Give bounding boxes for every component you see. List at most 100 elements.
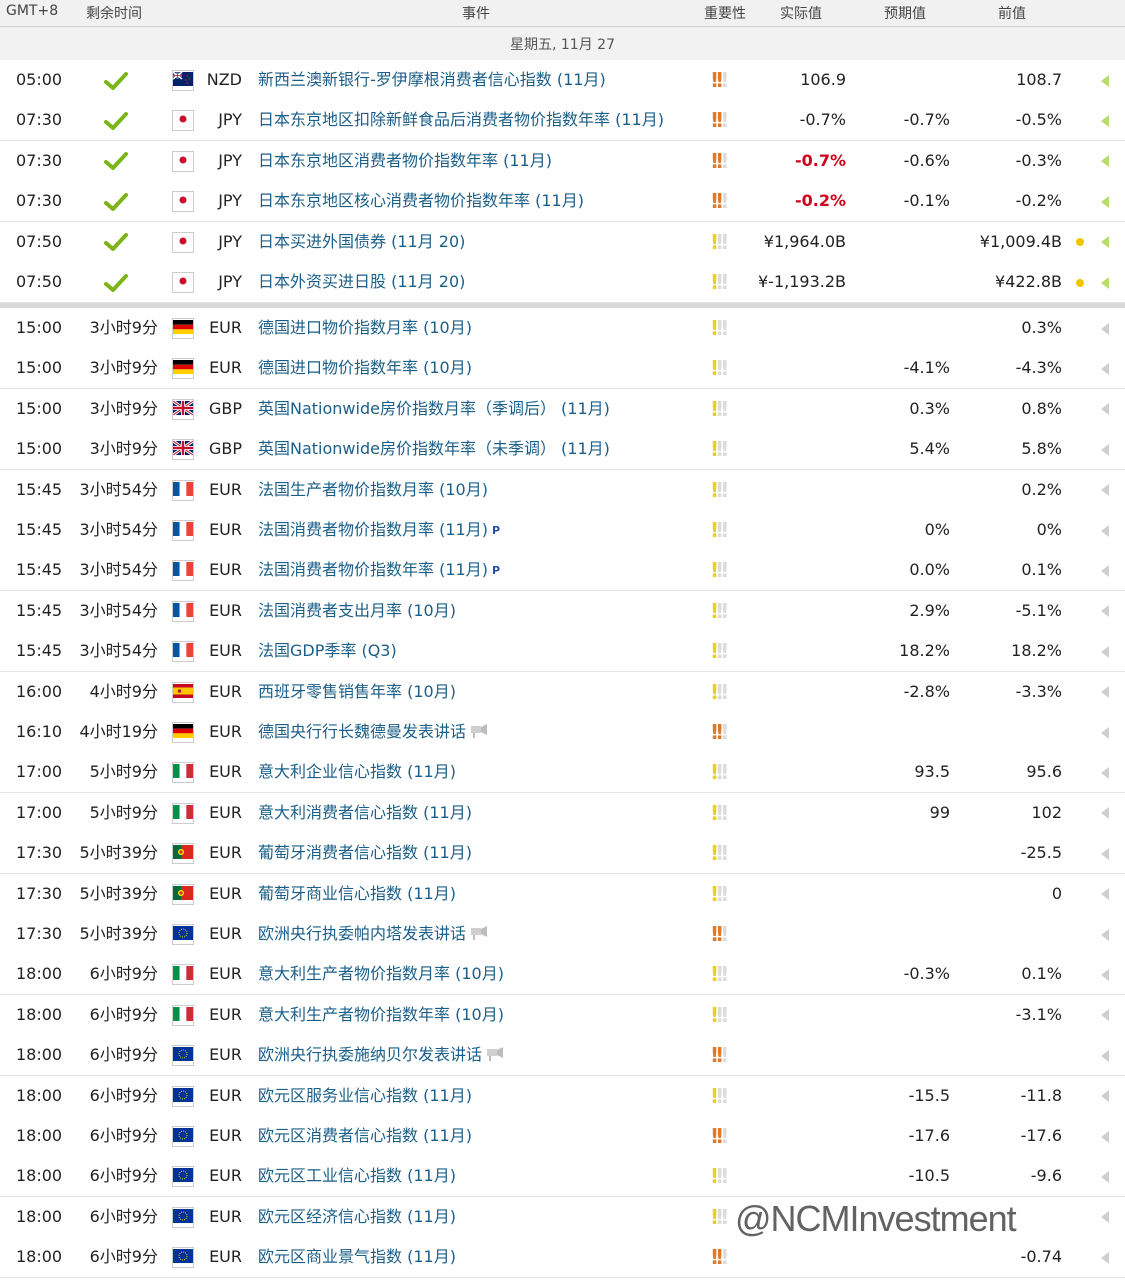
event-title[interactable]: 英国Nationwide房价指数月率（季调后） (11月) — [258, 399, 610, 418]
expand-arrow-icon[interactable] — [1100, 1116, 1112, 1156]
event-link[interactable]: 欧洲央行执委帕内塔发表讲话 — [258, 914, 698, 954]
event-link[interactable]: 法国消费者物价指数年率 (11月) P — [258, 550, 698, 590]
event-link[interactable]: 德国进口物价指数年率 (10月) — [258, 348, 698, 388]
table-row[interactable]: 07:50 JPY 日本外资买进日股 (11月 20) !!! ¥-1,193.… — [0, 262, 1125, 303]
expand-arrow-icon[interactable] — [1100, 995, 1112, 1035]
expand-arrow-icon[interactable] — [1100, 1237, 1112, 1277]
event-title[interactable]: 欧洲央行执委帕内塔发表讲话 — [258, 924, 466, 943]
expand-arrow-icon[interactable] — [1100, 712, 1112, 752]
event-title[interactable]: 欧元区商业景气指数 (11月) — [258, 1247, 456, 1266]
event-title[interactable]: 德国进口物价指数月率 (10月) — [258, 318, 472, 337]
expand-arrow-icon[interactable] — [1100, 141, 1112, 181]
expand-arrow-icon[interactable] — [1100, 308, 1112, 348]
table-row[interactable]: 15:00 3小时9分 GBP 英国Nationwide房价指数月率（季调后） … — [0, 388, 1125, 430]
table-row[interactable]: 07:30 JPY 日本东京地区扣除新鲜食品后消费者物价指数年率 (11月) !… — [0, 100, 1125, 142]
event-link[interactable]: 日本买进外国债券 (11月 20) — [258, 222, 698, 262]
event-link[interactable]: 意大利生产者物价指数月率 (10月) — [258, 954, 698, 994]
event-link[interactable]: 日本东京地区扣除新鲜食品后消费者物价指数年率 (11月) — [258, 100, 698, 140]
expand-arrow-icon[interactable] — [1100, 631, 1112, 671]
expand-arrow-icon[interactable] — [1100, 470, 1112, 510]
expand-arrow-icon[interactable] — [1100, 510, 1112, 550]
expand-arrow-icon[interactable] — [1100, 60, 1112, 100]
event-title[interactable]: 日本东京地区消费者物价指数年率 (11月) — [258, 151, 552, 170]
event-title[interactable]: 欧元区服务业信心指数 (11月) — [258, 1086, 472, 1105]
expand-arrow-icon[interactable] — [1100, 1197, 1112, 1237]
table-row[interactable]: 18:00 6小时9分 EUR 欧元区服务业信心指数 (11月) !!! -15… — [0, 1075, 1125, 1117]
event-title[interactable]: 法国消费者物价指数月率 (11月) — [258, 520, 488, 539]
event-title[interactable]: 欧元区工业信心指数 (11月) — [258, 1166, 456, 1185]
table-row[interactable]: 18:00 6小时9分 EUR 意大利生产者物价指数年率 (10月) !!! -… — [0, 994, 1125, 1036]
table-row[interactable]: 17:00 5小时9分 EUR 意大利企业信心指数 (11月) !!! 93.5… — [0, 752, 1125, 794]
expand-arrow-icon[interactable] — [1100, 591, 1112, 631]
event-title[interactable]: 欧元区经济信心指数 (11月) — [258, 1207, 456, 1226]
table-row[interactable]: 18:00 6小时9分 EUR 意大利生产者物价指数月率 (10月) !!! -… — [0, 954, 1125, 996]
table-row[interactable]: 17:30 5小时39分 EUR 葡萄牙商业信心指数 (11月) !!! 0 — [0, 873, 1125, 915]
event-title[interactable]: 西班牙零售销售年率 (10月) — [258, 682, 456, 701]
event-link[interactable]: 法国生产者物价指数月率 (10月) — [258, 470, 698, 510]
expand-arrow-icon[interactable] — [1100, 914, 1112, 954]
expand-arrow-icon[interactable] — [1100, 550, 1112, 590]
expand-arrow-icon[interactable] — [1100, 1035, 1112, 1075]
event-title[interactable]: 法国生产者物价指数月率 (10月) — [258, 480, 488, 499]
expand-arrow-icon[interactable] — [1100, 100, 1112, 140]
event-link[interactable]: 西班牙零售销售年率 (10月) — [258, 672, 698, 712]
event-link[interactable]: 德国央行行长魏德曼发表讲话 — [258, 712, 698, 752]
expand-arrow-icon[interactable] — [1100, 222, 1112, 262]
event-title[interactable]: 法国消费者物价指数年率 (11月) — [258, 560, 488, 579]
event-title[interactable]: 葡萄牙商业信心指数 (11月) — [258, 884, 456, 903]
event-link[interactable]: 欧元区服务业信心指数 (11月) — [258, 1076, 698, 1116]
expand-arrow-icon[interactable] — [1100, 262, 1112, 302]
event-link[interactable]: 欧元区商业景气指数 (11月) — [258, 1237, 698, 1277]
table-row[interactable]: 15:00 3小时9分 GBP 英国Nationwide房价指数年率（未季调） … — [0, 429, 1125, 471]
event-title[interactable]: 欧洲央行执委施纳贝尔发表讲话 — [258, 1045, 482, 1064]
event-title[interactable]: 意大利生产者物价指数年率 (10月) — [258, 1005, 504, 1024]
event-title[interactable]: 欧元区消费者信心指数 (11月) — [258, 1126, 472, 1145]
event-title[interactable]: 日本东京地区核心消费者物价指数年率 (11月) — [258, 191, 584, 210]
event-link[interactable]: 意大利消费者信心指数 (11月) — [258, 793, 698, 833]
event-title[interactable]: 英国Nationwide房价指数年率（未季调） (11月) — [258, 439, 610, 458]
event-link[interactable]: 英国Nationwide房价指数月率（季调后） (11月) — [258, 389, 698, 429]
table-row[interactable]: 07:30 JPY 日本东京地区核心消费者物价指数年率 (11月) !!! -0… — [0, 181, 1125, 223]
event-title[interactable]: 德国央行行长魏德曼发表讲话 — [258, 722, 466, 741]
expand-arrow-icon[interactable] — [1100, 389, 1112, 429]
event-link[interactable]: 意大利企业信心指数 (11月) — [258, 752, 698, 792]
table-row[interactable]: 05:00 NZD 新西兰澳新银行-罗伊摩根消费者信心指数 (11月) !!! … — [0, 60, 1125, 101]
table-row[interactable]: 15:45 3小时54分 EUR 法国消费者物价指数年率 (11月) P !!! … — [0, 550, 1125, 592]
header-gmt[interactable]: GMT+8 — [6, 3, 58, 19]
table-row[interactable]: 18:00 6小时9分 EUR 欧洲央行执委施纳贝尔发表讲话 !!! — [0, 1035, 1125, 1077]
table-row[interactable]: 07:50 JPY 日本买进外国债券 (11月 20) !!! ¥1,964.0… — [0, 221, 1125, 263]
event-link[interactable]: 日本东京地区消费者物价指数年率 (11月) — [258, 141, 698, 181]
table-row[interactable]: 16:10 4小时19分 EUR 德国央行行长魏德曼发表讲话 !!! — [0, 712, 1125, 753]
table-row[interactable]: 15:45 3小时54分 EUR 法国GDP季率 (Q3) !!! 18.2% … — [0, 631, 1125, 673]
event-link[interactable]: 法国GDP季率 (Q3) — [258, 631, 698, 671]
event-title[interactable]: 日本外资买进日股 (11月 20) — [258, 272, 465, 291]
expand-arrow-icon[interactable] — [1100, 1156, 1112, 1196]
event-title[interactable]: 意大利消费者信心指数 (11月) — [258, 803, 472, 822]
event-link[interactable]: 法国消费者支出月率 (10月) — [258, 591, 698, 631]
event-link[interactable]: 日本东京地区核心消费者物价指数年率 (11月) — [258, 181, 698, 221]
event-link[interactable]: 英国Nationwide房价指数年率（未季调） (11月) — [258, 429, 698, 469]
expand-arrow-icon[interactable] — [1100, 1076, 1112, 1116]
event-title[interactable]: 意大利生产者物价指数月率 (10月) — [258, 964, 504, 983]
expand-arrow-icon[interactable] — [1100, 348, 1112, 388]
expand-arrow-icon[interactable] — [1100, 833, 1112, 873]
event-title[interactable]: 日本买进外国债券 (11月 20) — [258, 232, 465, 251]
expand-arrow-icon[interactable] — [1100, 752, 1112, 792]
table-row[interactable]: 17:00 5小时9分 EUR 意大利消费者信心指数 (11月) !!! 99 … — [0, 792, 1125, 834]
event-title[interactable]: 意大利企业信心指数 (11月) — [258, 762, 456, 781]
event-link[interactable]: 葡萄牙消费者信心指数 (11月) — [258, 833, 698, 873]
event-link[interactable]: 欧元区消费者信心指数 (11月) — [258, 1116, 698, 1156]
table-row[interactable]: 18:00 6小时9分 EUR 欧元区消费者信心指数 (11月) !!! -17… — [0, 1116, 1125, 1157]
event-link[interactable]: 意大利生产者物价指数年率 (10月) — [258, 995, 698, 1035]
table-row[interactable]: 16:00 4小时9分 EUR 西班牙零售销售年率 (10月) !!! -2.8… — [0, 671, 1125, 713]
expand-arrow-icon[interactable] — [1100, 954, 1112, 994]
table-row[interactable]: 18:00 6小时9分 EUR 欧元区工业信心指数 (11月) !!! -10.… — [0, 1156, 1125, 1198]
event-link[interactable]: 德国进口物价指数月率 (10月) — [258, 308, 698, 348]
table-row[interactable]: 18:00 6小时9分 EUR 欧元区商业景气指数 (11月) !!! -0.7… — [0, 1237, 1125, 1279]
event-link[interactable]: 法国消费者物价指数月率 (11月) P — [258, 510, 698, 550]
event-link[interactable]: 欧洲央行执委施纳贝尔发表讲话 — [258, 1035, 698, 1075]
event-link[interactable]: 欧元区经济信心指数 (11月) — [258, 1197, 698, 1237]
expand-arrow-icon[interactable] — [1100, 793, 1112, 833]
event-link[interactable]: 欧元区工业信心指数 (11月) — [258, 1156, 698, 1196]
table-row[interactable]: 15:45 3小时54分 EUR 法国消费者支出月率 (10月) !!! 2.9… — [0, 590, 1125, 632]
